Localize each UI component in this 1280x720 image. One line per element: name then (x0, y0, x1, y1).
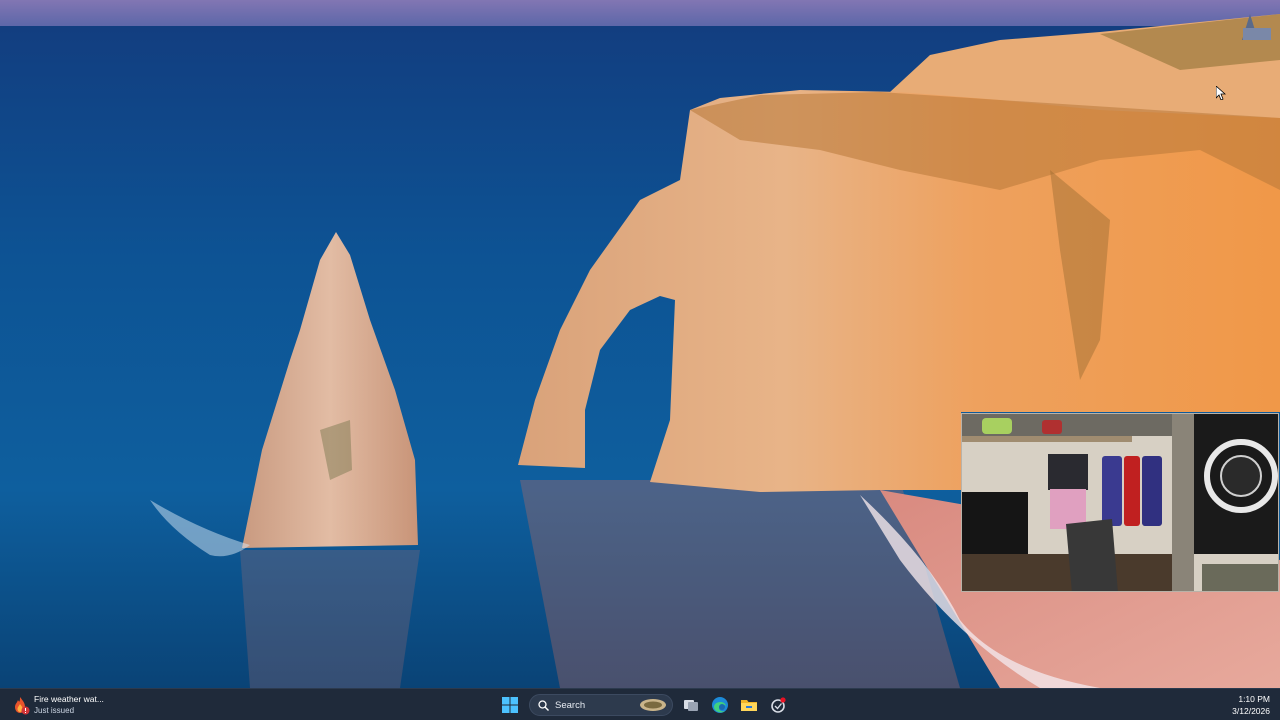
task-view-icon (684, 700, 698, 711)
copilot-button[interactable] (764, 691, 792, 719)
desktop (0, 0, 1280, 688)
weather-notification[interactable]: Fire weather wat... Just issued (10, 691, 104, 719)
copilot-icon (771, 697, 786, 713)
webcam-feed (961, 413, 1279, 592)
taskbar: Fire weather wat... Just issued Search 1… (0, 688, 1280, 720)
fire-weather-alert-icon (15, 697, 30, 715)
clock-date: 3/12/2026 (1232, 706, 1270, 716)
notification-subtitle: Just issued (34, 706, 75, 715)
edge-button[interactable] (706, 691, 734, 719)
notification-title: Fire weather wat... (34, 694, 104, 704)
mouse-pointer-icon (1216, 86, 1226, 100)
file-explorer-icon (741, 700, 757, 711)
task-view-button[interactable] (677, 691, 705, 719)
search-label: Search (555, 699, 586, 711)
search-icon (538, 699, 549, 711)
taskbar-center: Search (496, 691, 793, 719)
file-explorer-button[interactable] (735, 691, 763, 719)
taskbar-search-box[interactable]: Search (529, 694, 673, 716)
edge-browser-icon (712, 697, 728, 713)
system-clock[interactable]: 1:10 PM 3/12/2026 (1232, 693, 1270, 717)
start-button[interactable] (496, 691, 524, 719)
windows-start-icon (502, 697, 518, 713)
clock-time: 1:10 PM (1238, 694, 1270, 704)
search-highlight-icon (640, 699, 666, 711)
